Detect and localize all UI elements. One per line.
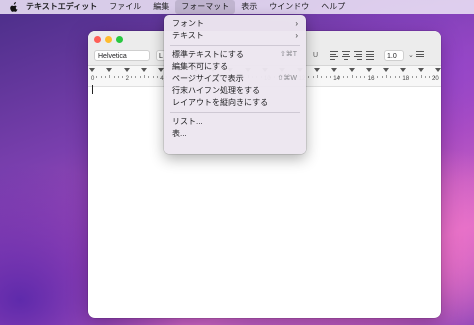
tab-stop-marker[interactable] xyxy=(365,68,372,72)
ruler-tick xyxy=(373,76,375,78)
tab-stop-marker[interactable] xyxy=(89,68,95,72)
tab-stop-marker[interactable] xyxy=(435,68,441,72)
ruler-tick xyxy=(377,76,379,78)
ruler-tick xyxy=(412,76,414,78)
apple-logo-icon[interactable] xyxy=(6,2,20,12)
chevron-right-icon: › xyxy=(295,31,298,40)
ruler-number: 2 xyxy=(125,76,129,82)
ruler-tick xyxy=(122,76,124,78)
tab-stop-marker[interactable] xyxy=(140,68,147,72)
menu-help[interactable]: ヘルプ xyxy=(315,0,351,14)
ruler-tick xyxy=(386,75,388,78)
menu-separator xyxy=(170,112,300,113)
format-menu-dropdown: フォント › テキスト › 標準テキストにする ⇧⌘T 編集不可にする ページサイズで… xyxy=(164,15,306,154)
ruler-tick xyxy=(425,76,427,78)
ruler-tick xyxy=(364,76,366,78)
ruler-tick xyxy=(130,76,132,78)
ruler-number: 20 xyxy=(432,76,439,82)
ruler-tick xyxy=(338,76,340,78)
ruler-tick xyxy=(152,76,154,78)
menu-item-text[interactable]: テキスト › xyxy=(164,30,306,42)
ruler-tick xyxy=(347,76,349,78)
list-bullets-icon[interactable] xyxy=(416,51,424,60)
ruler-tick xyxy=(143,75,145,78)
menu-textedit[interactable]: テキストエディット xyxy=(20,0,103,14)
ruler-tick xyxy=(355,76,357,78)
menu-item-table[interactable]: 表... xyxy=(164,128,306,140)
ruler-tick xyxy=(308,76,310,78)
menu-view[interactable]: 表示 xyxy=(235,0,263,14)
tab-stop-marker[interactable] xyxy=(331,68,338,72)
menu-separator xyxy=(170,45,300,46)
ruler-tick xyxy=(113,76,115,78)
menu-item-hyphenation[interactable]: 行末ハイフン処理をする xyxy=(164,85,306,97)
chevron-down-icon[interactable]: ⌄ xyxy=(408,51,414,61)
align-justify-icon[interactable] xyxy=(366,51,374,60)
menu-edit[interactable]: 編集 xyxy=(147,0,175,14)
menu-format[interactable]: フォーマット xyxy=(175,0,236,14)
tab-stop-marker[interactable] xyxy=(417,68,424,72)
ruler-tick xyxy=(100,76,102,78)
ruler-tick xyxy=(96,76,98,78)
minimize-button[interactable] xyxy=(105,35,112,43)
font-family-select[interactable]: Helvetica xyxy=(94,50,150,61)
tab-stop-marker[interactable] xyxy=(106,68,113,72)
menu-item-wrap-to-page[interactable]: ページサイズで表示 ⇧⌘W xyxy=(164,73,306,85)
ruler-tick xyxy=(109,75,111,78)
ruler-tick xyxy=(399,76,401,78)
tab-stop-marker[interactable] xyxy=(313,68,320,72)
menu-item-font[interactable]: フォント › xyxy=(164,18,306,30)
zoom-button[interactable] xyxy=(116,35,123,43)
underline-button[interactable]: U xyxy=(313,51,318,61)
ruler-tick xyxy=(148,76,150,78)
chevron-right-icon: › xyxy=(295,19,298,28)
ruler-tick xyxy=(316,75,318,78)
close-button[interactable] xyxy=(94,35,101,43)
tab-stop-marker[interactable] xyxy=(348,68,355,72)
tab-stop-marker[interactable] xyxy=(383,68,390,72)
menu-item-prevent-editing[interactable]: 編集不可にする xyxy=(164,61,306,73)
tab-stop-marker[interactable] xyxy=(123,68,130,72)
ruler-tick xyxy=(325,76,327,78)
ruler-tick xyxy=(321,76,323,78)
ruler-tick xyxy=(329,76,331,78)
shortcut-label: ⇧⌘T xyxy=(279,51,297,58)
tab-stop-marker[interactable] xyxy=(400,68,407,72)
ruler-tick xyxy=(104,76,106,78)
menu-file[interactable]: ファイル xyxy=(103,0,147,14)
ruler-tick xyxy=(394,76,396,78)
ruler-tick xyxy=(312,76,314,78)
ruler-tick xyxy=(156,76,158,78)
ruler-tick xyxy=(117,76,119,78)
align-center-icon[interactable] xyxy=(342,51,350,60)
ruler-tick xyxy=(429,76,431,78)
align-right-icon[interactable] xyxy=(354,51,362,60)
ruler-tick xyxy=(416,76,418,78)
ruler-tick xyxy=(381,76,383,78)
ruler-tick xyxy=(351,75,353,78)
ruler-tick xyxy=(139,76,141,78)
ruler-tick xyxy=(342,76,344,78)
shortcut-label: ⇧⌘W xyxy=(277,75,297,82)
ruler-tick xyxy=(360,76,362,78)
menu-window[interactable]: ウインドウ xyxy=(263,0,315,14)
ruler-tick xyxy=(135,76,137,78)
menu-item-make-plain-text[interactable]: 標準テキストにする ⇧⌘T xyxy=(164,49,306,61)
menu-item-vertical-layout[interactable]: レイアウトを縦向きにする xyxy=(164,97,306,109)
align-left-icon[interactable] xyxy=(330,51,338,60)
menu-bar: テキストエディット ファイル 編集 フォーマット 表示 ウインドウ ヘルプ xyxy=(0,0,474,14)
line-spacing-select[interactable]: 1.0 xyxy=(384,50,404,61)
ruler-number: 0 xyxy=(91,76,95,82)
ruler-tick xyxy=(407,76,409,78)
ruler-tick xyxy=(390,76,392,78)
menu-item-list[interactable]: リスト... xyxy=(164,116,306,128)
ruler-tick xyxy=(420,75,422,78)
